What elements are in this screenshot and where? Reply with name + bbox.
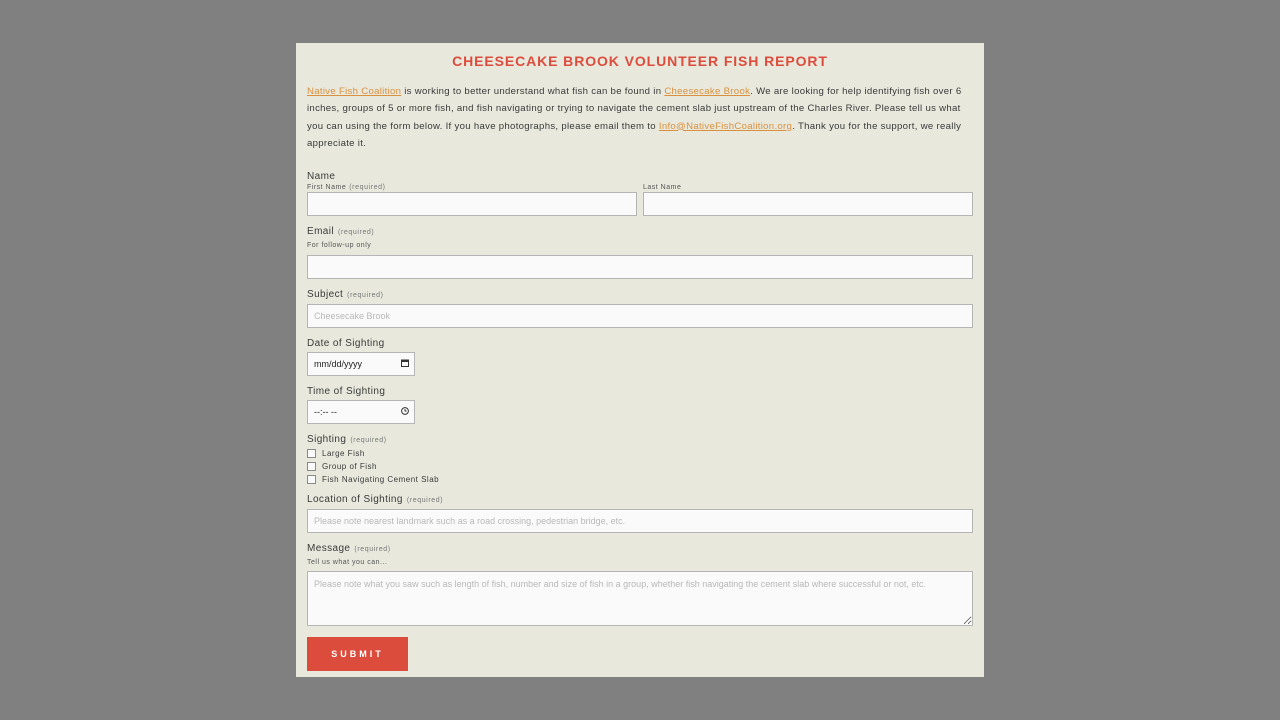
group-of-fish-label: Group of Fish (322, 462, 377, 472)
location-label: Location of Sighting (307, 494, 403, 506)
date-value: mm/dd/yyyy (314, 359, 363, 370)
first-name-input[interactable] (307, 192, 637, 217)
message-required: (required) (354, 546, 391, 554)
message-group: Message (required) Tell us what you can..… (307, 543, 973, 627)
message-hint: Tell us what you can... (307, 559, 388, 567)
location-input[interactable] (307, 509, 973, 534)
subject-label: Subject (307, 289, 344, 301)
date-label: Date of Sighting (307, 338, 385, 350)
group-of-fish-checkbox[interactable] (307, 462, 316, 472)
sighting-option[interactable]: Fish Navigating Cement Slab (307, 473, 973, 486)
last-name-input[interactable] (643, 192, 973, 217)
date-input[interactable]: mm/dd/yyyy (307, 352, 415, 377)
time-input[interactable]: --:-- -- (307, 400, 415, 425)
message-label: Message (307, 543, 351, 555)
time-label: Time of Sighting (307, 386, 386, 398)
time-group: Time of Sighting --:-- -- (307, 386, 973, 425)
name-label: Name (307, 171, 336, 183)
cheesecake-brook-link[interactable]: Cheesecake Brook (664, 86, 750, 97)
sighting-option[interactable]: Large Fish (307, 447, 973, 460)
sighting-group: Sighting (required) Large Fish Group of F… (307, 434, 973, 486)
email-label: Email (307, 226, 335, 238)
email-required: (required) (338, 229, 375, 237)
sighting-option[interactable]: Group of Fish (307, 460, 973, 473)
clock-icon[interactable] (401, 407, 409, 417)
native-fish-coalition-link[interactable]: Native Fish Coalition (307, 86, 401, 97)
form-title: CHEESECAKE BROOK VOLUNTEER FISH REPORT (452, 53, 828, 69)
last-name-label: Last Name (643, 184, 682, 192)
fish-navigating-label: Fish Navigating Cement Slab (322, 475, 440, 485)
time-value: --:-- -- (314, 407, 337, 418)
subject-required: (required) (347, 292, 384, 300)
message-textarea[interactable] (307, 571, 973, 627)
email-group: Email (required) For follow-up only (307, 226, 973, 280)
form-panel: CHEESECAKE BROOK VOLUNTEER FISH REPORT N… (296, 43, 984, 677)
calendar-icon[interactable] (401, 359, 409, 369)
name-group: Name First Name (required) Last Name (307, 171, 973, 217)
email-hint: For follow-up only (307, 242, 372, 250)
large-fish-label: Large Fish (322, 449, 365, 459)
subject-input[interactable] (307, 304, 973, 329)
date-group: Date of Sighting mm/dd/yyyy (307, 338, 973, 377)
first-name-label: First Name (307, 184, 347, 192)
fish-navigating-checkbox[interactable] (307, 475, 316, 485)
email-input[interactable] (307, 255, 973, 280)
sighting-required: (required) (350, 437, 387, 445)
sighting-label: Sighting (307, 434, 347, 446)
subject-group: Subject (required) (307, 289, 973, 329)
location-group: Location of Sighting (required) (307, 494, 973, 534)
intro-text-1: is working to better understand what fis… (401, 86, 665, 97)
large-fish-checkbox[interactable] (307, 449, 316, 459)
intro-paragraph: Native Fish Coalition is working to bett… (307, 83, 973, 152)
location-required: (required) (406, 497, 444, 505)
email-link[interactable]: Info@NativeFishCoalition.org (659, 121, 792, 132)
first-name-required: (required) (349, 184, 386, 192)
submit-button[interactable]: SUBMIT (307, 637, 408, 672)
